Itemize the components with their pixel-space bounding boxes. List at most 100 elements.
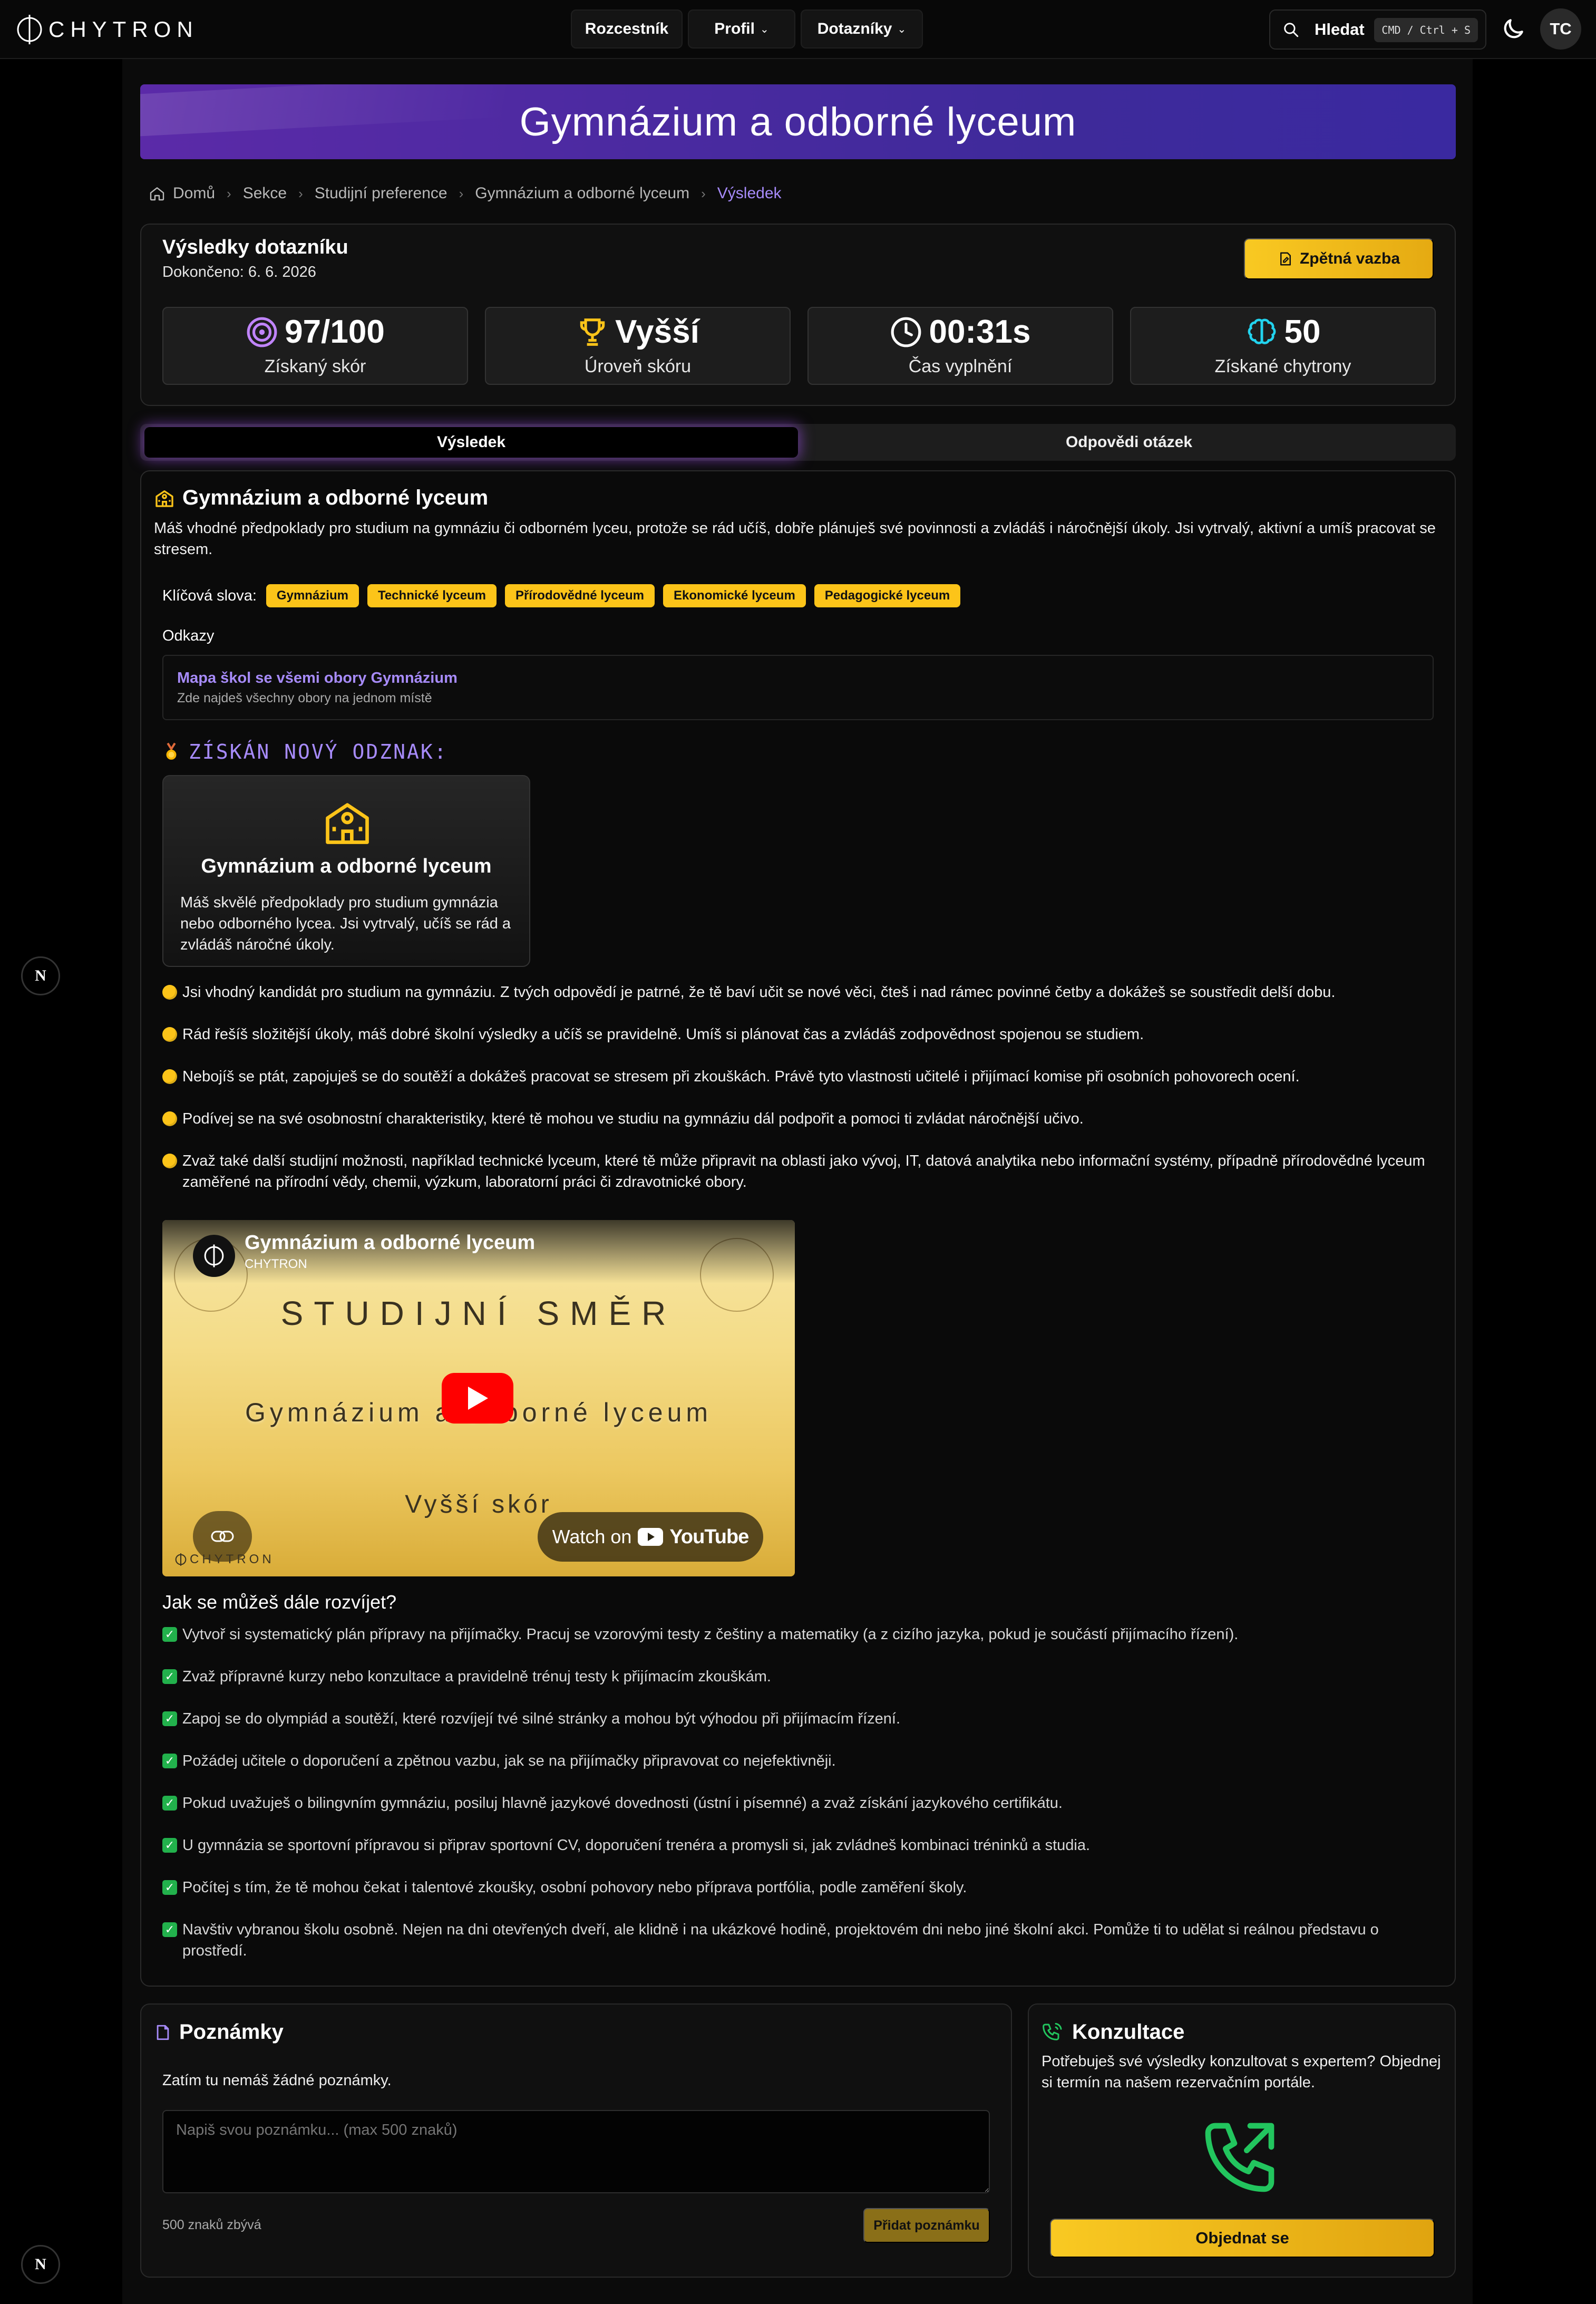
search-icon xyxy=(1284,23,1299,37)
check-icon: ✓ xyxy=(162,1627,177,1642)
new-badge-heading: ZÍSKÁN NOVÝ ODZNAK: xyxy=(162,740,448,763)
chytron-logo[interactable]: CHYTRON xyxy=(16,14,199,45)
content-title-row: Gymnázium a odborné lyceum xyxy=(154,486,488,510)
consult-description: Potřebuješ své výsledky konzultovat s ex… xyxy=(1042,2053,1441,2091)
logo-text: CHYTRON xyxy=(48,17,199,42)
channel-avatar[interactable] xyxy=(193,1235,235,1277)
badge-card: Gymnázium a odborné lyceum Máš skvělé př… xyxy=(162,775,530,967)
video-title[interactable]: Gymnázium a odborné lyceum xyxy=(245,1232,535,1254)
content-title: Gymnázium a odborné lyceum xyxy=(182,486,489,509)
clock-icon xyxy=(891,317,921,347)
badge-description: Máš skvělé předpoklady pro studium gymná… xyxy=(180,894,511,953)
keyword-chip: Pedagogické lyceum xyxy=(814,584,961,607)
nav-profil-label: Profil xyxy=(714,20,755,37)
tab-vysledek[interactable]: Výsledek xyxy=(144,427,798,458)
play-icon xyxy=(468,1387,488,1410)
chytron-logo-icon xyxy=(17,15,42,44)
link-icon xyxy=(211,1531,234,1542)
nav-dotazniky[interactable]: Dotazníky ⌄ xyxy=(801,9,923,49)
stat-time: 00:31s Čas vyplnění xyxy=(807,307,1113,385)
search-label: Hledat xyxy=(1315,20,1365,38)
list-item-text: Podívej se na své osobnostní charakteris… xyxy=(182,1110,1084,1127)
video-thumbnail-heading: STUDIJNÍ SMĚR xyxy=(280,1294,677,1332)
youtube-video-embed[interactable]: Gymnázium a odborné lyceum CHYTRON STUDI… xyxy=(162,1220,795,1576)
nav-rozcestnik-label: Rozcestník xyxy=(585,20,669,37)
keyword-chip: Technické lyceum xyxy=(367,584,497,607)
link-title[interactable]: Mapa škol se všemi obory Gymnázium xyxy=(177,670,458,687)
add-note-button[interactable]: Přidat poznámku xyxy=(863,2208,990,2243)
search-button[interactable]: Hledat CMD / Ctrl + S xyxy=(1269,9,1486,50)
breadcrumb-sekce[interactable]: Sekce xyxy=(243,185,287,202)
notes-title: Poznámky xyxy=(179,2020,284,2044)
nextjs-dev-badge[interactable]: N xyxy=(21,956,60,995)
nextjs-dev-badge[interactable]: N xyxy=(21,2245,60,2284)
list-item-text: Počítej s tím, že tě mohou čekat i talen… xyxy=(182,1879,967,1896)
video-channel[interactable]: CHYTRON xyxy=(245,1257,307,1272)
home-icon xyxy=(150,187,164,201)
list-item: Rád řešíš složitější úkoly, máš dobré šk… xyxy=(162,1024,1438,1045)
tab-odpovedi-otazek[interactable]: Odpovědi otázek xyxy=(802,427,1456,458)
brain-icon xyxy=(1248,318,1276,344)
stat-score: 97/100 Získaný skór xyxy=(162,307,468,385)
target-icon xyxy=(247,317,277,347)
consult-title-row: Konzultace xyxy=(1042,2020,1184,2044)
nav-rozcestnik[interactable]: Rozcestník xyxy=(571,9,683,49)
list-item: Nebojíš se ptát, zapojuješ se do soutěží… xyxy=(162,1066,1438,1087)
stat-level: Vyšší Úroveň skóru xyxy=(485,307,791,385)
list-item: ✓ Navštiv vybranou školu osobně. Nejen na… xyxy=(162,1919,1438,1961)
result-tabs: Výsledek Odpovědi otázek xyxy=(140,424,1456,461)
chevron-down-icon: ⌄ xyxy=(897,23,907,35)
keyword-chip: Přírodovědné lyceum xyxy=(504,584,655,607)
user-avatar[interactable]: TC xyxy=(1540,8,1581,50)
result-summary-card: Výsledky dotazníku Dokončeno: 6. 6. 2026… xyxy=(140,224,1456,406)
medal-icon xyxy=(166,742,177,760)
hero-banner: Gymnázium a odborné lyceum xyxy=(140,84,1456,159)
chevron-down-icon: ⌄ xyxy=(760,23,769,35)
nav-dotazniky-label: Dotazníky xyxy=(817,20,892,37)
yellow-dot-icon xyxy=(162,1154,177,1168)
breadcrumb-gymnazium[interactable]: Gymnázium a odborné lyceum xyxy=(475,185,689,202)
phone-outgoing-icon xyxy=(1205,2123,1274,2192)
result-content-card: Gymnázium a odborné lyceum Máš vhodné př… xyxy=(140,470,1456,1987)
content-description: Máš vhodné předpoklady pro studium na gy… xyxy=(154,520,1436,558)
book-consultation-button[interactable]: Objednat se xyxy=(1050,2219,1435,2258)
trophy-icon xyxy=(580,318,605,346)
chevron-right-icon: › xyxy=(227,185,231,201)
develop-list: ✓ Vytvoř si systematický plán přípravy na… xyxy=(162,1624,1438,1982)
breadcrumb-home[interactable]: Domů xyxy=(173,185,215,202)
consultation-card: Konzultace Potřebuješ své výsledky konzu… xyxy=(1028,2003,1456,2278)
keywords-label: Klíčová slova: xyxy=(162,587,257,604)
list-item: Zvaž také další studijní možnosti, napří… xyxy=(162,1150,1438,1193)
list-item-text: Rád řešíš složitější úkoly, máš dobré šk… xyxy=(182,1026,1144,1043)
youtube-logo-icon xyxy=(638,1528,664,1546)
play-button[interactable] xyxy=(442,1373,513,1424)
consult-title: Konzultace xyxy=(1072,2020,1185,2044)
notes-card: Poznámky Zatím tu nemáš žádné poznámky. … xyxy=(140,2003,1012,2278)
watch-on-youtube-button[interactable]: Watch on YouTube xyxy=(538,1512,763,1562)
check-icon: ✓ xyxy=(162,1711,177,1726)
list-item: Podívej se na své osobnostní charakteris… xyxy=(162,1108,1438,1129)
breadcrumb-studijni-preference[interactable]: Studijní preference xyxy=(315,185,447,202)
stat-chytrons-label: Získané chytrony xyxy=(1214,356,1351,376)
main-nav: Rozcestník Profil ⌄ Dotazníky ⌄ xyxy=(571,9,923,49)
chevron-right-icon: › xyxy=(298,185,303,201)
feedback-button[interactable]: Zpětná vazba xyxy=(1244,238,1434,279)
stat-time-label: Čas vyplnění xyxy=(908,356,1013,376)
list-item-text: Vytvoř si systematický plán přípravy na … xyxy=(182,1626,1239,1643)
list-item: ✓ Pokud uvažuješ o bilingvním gymnáziu, p… xyxy=(162,1793,1438,1814)
badge-title: Gymnázium a odborné lyceum xyxy=(201,855,492,877)
list-item-text: U gymnázia se sportovní přípravou si při… xyxy=(182,1837,1091,1854)
school-map-link[interactable]: Mapa škol se všemi obory Gymnázium Zde n… xyxy=(162,655,1434,720)
stat-score-value: 97/100 xyxy=(285,314,385,350)
note-input[interactable] xyxy=(162,2110,990,2193)
stat-time-value: 00:31s xyxy=(929,314,1031,350)
check-icon: ✓ xyxy=(162,1796,177,1811)
list-item: ✓ U gymnázia se sportovní přípravou si př… xyxy=(162,1835,1438,1856)
yellow-dot-icon xyxy=(162,1069,177,1084)
list-item-text: Pokud uvažuješ o bilingvním gymnáziu, po… xyxy=(182,1795,1063,1812)
list-item: ✓ Zapoj se do olympiád a soutěží, které r… xyxy=(162,1708,1438,1729)
check-icon: ✓ xyxy=(162,1838,177,1853)
nav-profil[interactable]: Profil ⌄ xyxy=(688,9,795,49)
moon-icon[interactable] xyxy=(1500,16,1526,42)
yellow-dot-icon xyxy=(162,1027,177,1042)
